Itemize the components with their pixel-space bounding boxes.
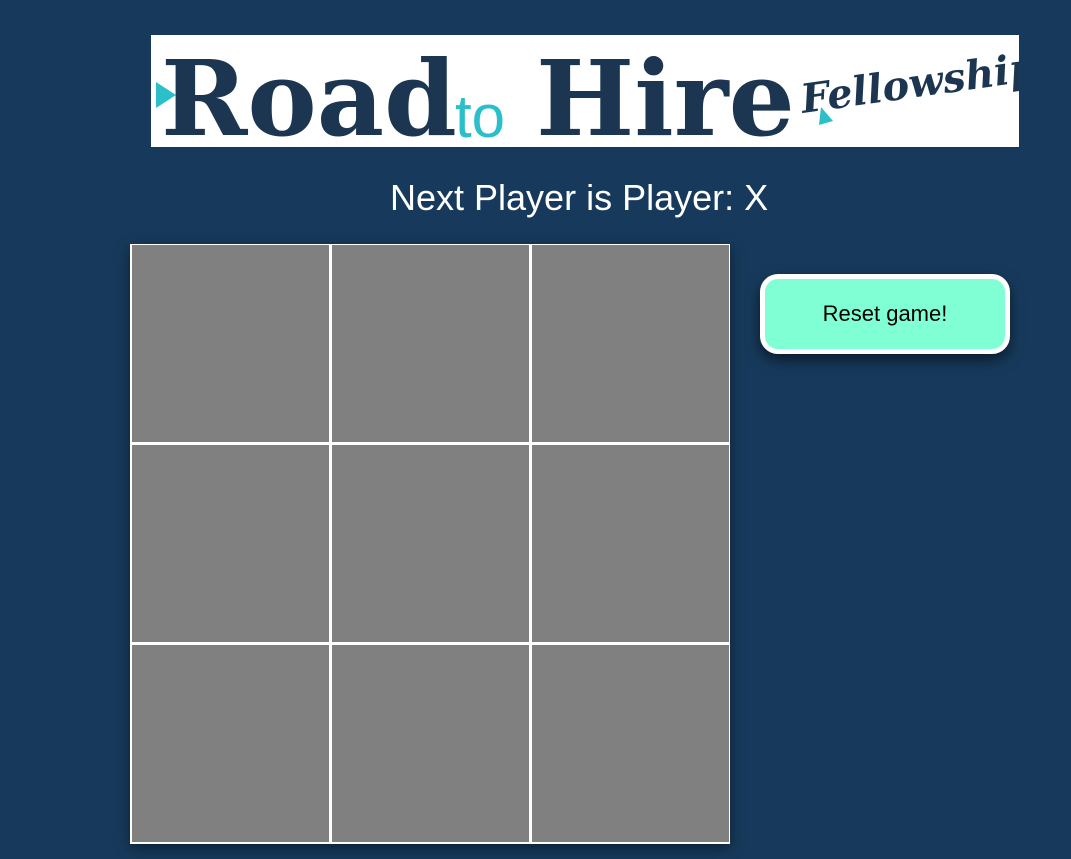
board-cell-8[interactable]	[332, 645, 529, 842]
reset-game-button[interactable]: Reset game!	[760, 274, 1010, 354]
board-cell-1[interactable]	[132, 245, 329, 442]
logo-word-to: to	[455, 83, 505, 147]
tic-tac-toe-board	[130, 244, 730, 844]
game-page: Road to Hire Fellowships Next Player is …	[0, 0, 1071, 859]
board-cell-4[interactable]	[132, 445, 329, 642]
logo-word-hire: Hire	[536, 37, 795, 147]
logo-word-road: Road	[161, 37, 457, 147]
board-cell-5[interactable]	[332, 445, 529, 642]
board-cell-2[interactable]	[332, 245, 529, 442]
road-to-hire-logo-banner: Road to Hire Fellowships	[151, 35, 1019, 147]
next-player-status: Next Player is Player: X	[390, 177, 769, 218]
board-cell-3[interactable]	[532, 245, 729, 442]
board-cell-7[interactable]	[132, 645, 329, 842]
board-cell-9[interactable]	[532, 645, 729, 842]
status-bar: Next Player is Player: X	[0, 176, 1071, 220]
board-cell-6[interactable]	[532, 445, 729, 642]
logo-image: Road to Hire Fellowships	[151, 35, 1019, 147]
